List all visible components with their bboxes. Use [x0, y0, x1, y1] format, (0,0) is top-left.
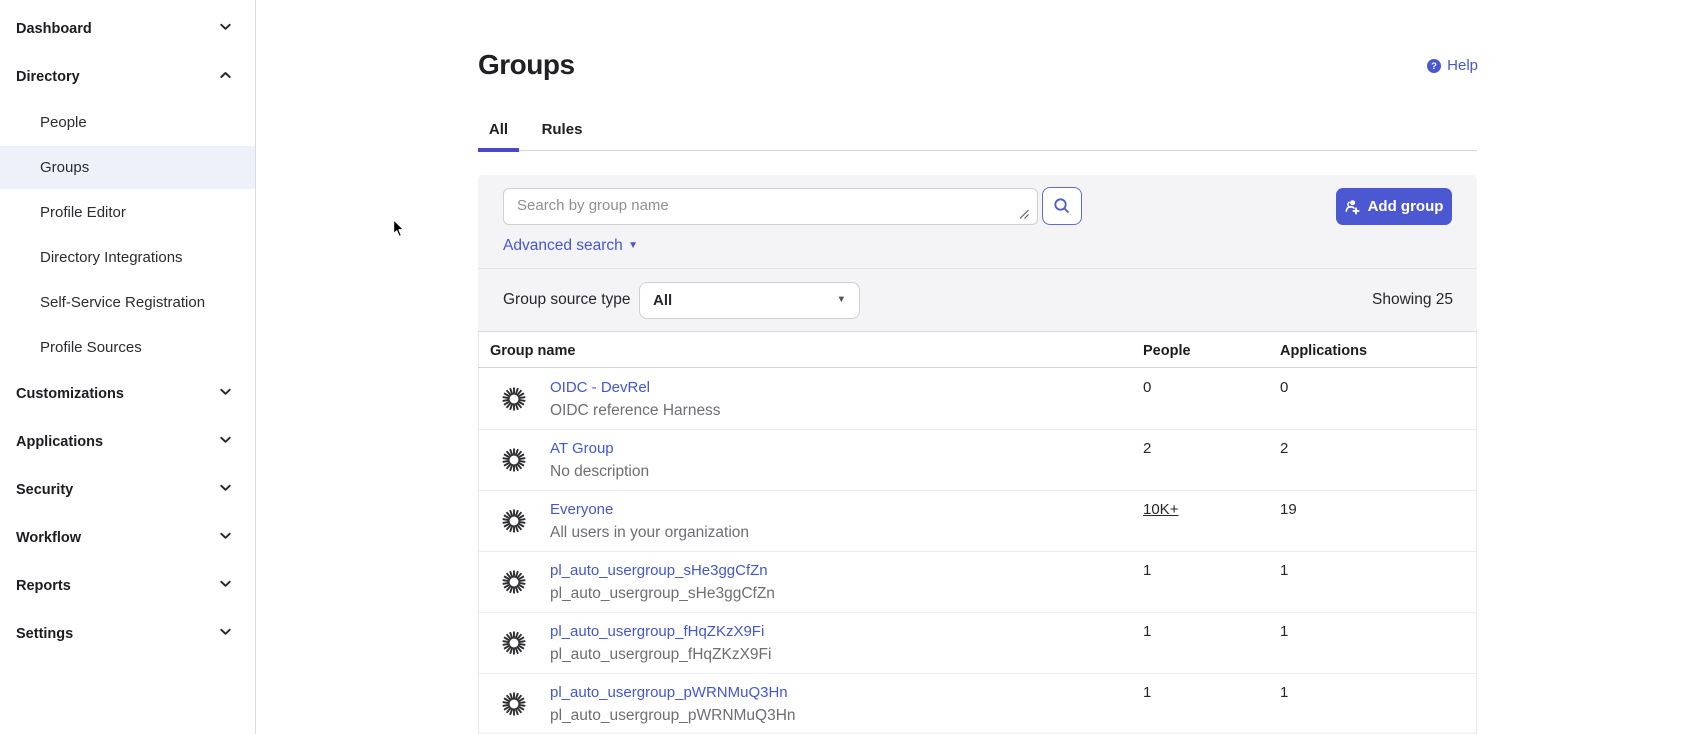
svg-text:?: ? [1431, 61, 1437, 72]
